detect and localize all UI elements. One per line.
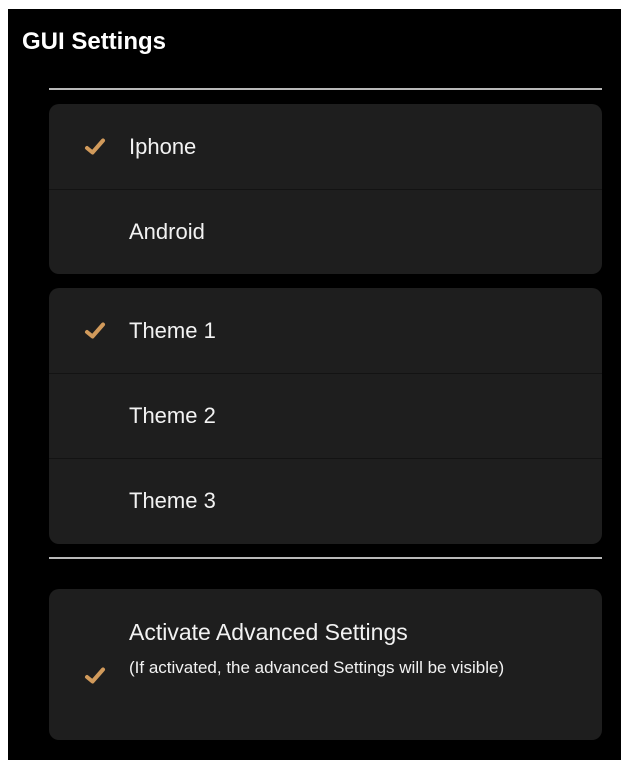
- option-android[interactable]: Android: [49, 189, 602, 274]
- option-theme-3[interactable]: Theme 3: [49, 458, 602, 543]
- checkmark-icon: [84, 665, 106, 687]
- option-label: Theme 2: [129, 403, 216, 428]
- option-theme-1[interactable]: Theme 1: [49, 288, 602, 373]
- option-label: Theme 1: [129, 317, 216, 343]
- divider: [49, 88, 602, 90]
- advanced-settings-toggle[interactable]: Activate Advanced Settings (If activated…: [49, 589, 602, 740]
- advanced-group: Activate Advanced Settings (If activated…: [49, 589, 602, 740]
- checkmark-icon: [84, 320, 106, 342]
- advanced-settings-description: (If activated, the advanced Settings wil…: [129, 658, 505, 677]
- checkmark-icon: [84, 136, 106, 158]
- advanced-settings-label: Activate Advanced Settings: [129, 619, 408, 645]
- device-group: Iphone Android: [49, 104, 602, 274]
- page-title: GUI Settings: [22, 28, 167, 55]
- divider: [49, 557, 602, 559]
- option-iphone[interactable]: Iphone: [49, 104, 602, 189]
- theme-group: Theme 1 Theme 2 Theme 3: [49, 288, 602, 544]
- option-label: Iphone: [129, 133, 197, 159]
- option-label: Theme 3: [129, 488, 216, 513]
- gui-settings-panel: GUI Settings Iphone Android Theme 1 Them…: [8, 9, 621, 760]
- option-theme-2[interactable]: Theme 2: [49, 373, 602, 458]
- option-label: Android: [129, 219, 205, 244]
